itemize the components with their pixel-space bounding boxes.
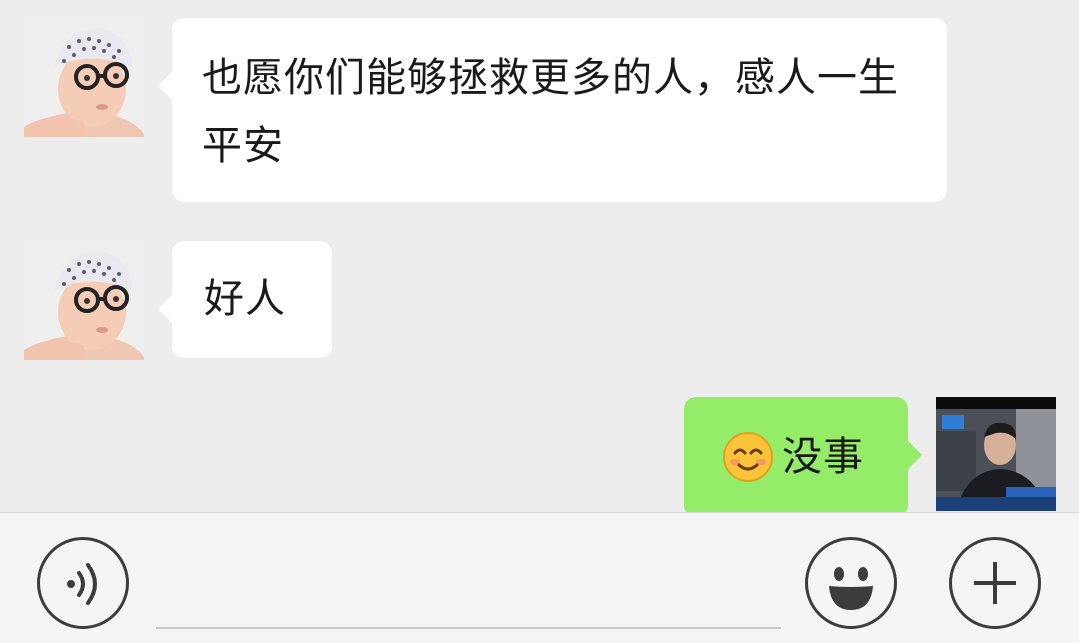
- message-input[interactable]: [156, 533, 781, 629]
- smiling-face-icon: [722, 431, 774, 483]
- message-text: 没事: [782, 434, 864, 480]
- emoji-icon: [829, 567, 873, 610]
- voice-button[interactable]: [37, 537, 129, 629]
- chat-area[interactable]: 也愿你们能够拯救更多的人，感人一生平安 好人 没事: [0, 0, 1079, 512]
- chat-input-bar: [0, 512, 1079, 643]
- contact-avatar[interactable]: [24, 17, 144, 137]
- more-button[interactable]: [949, 537, 1041, 629]
- voice-icon: [67, 563, 97, 605]
- plus-icon: [974, 562, 1016, 604]
- outgoing-message-bubble[interactable]: 没事: [684, 397, 922, 512]
- my-avatar[interactable]: [936, 397, 1056, 511]
- emoji-button[interactable]: [805, 537, 897, 629]
- contact-avatar[interactable]: [24, 240, 144, 360]
- incoming-message-bubble[interactable]: 也愿你们能够拯救更多的人，感人一生平安: [158, 18, 947, 202]
- incoming-message-bubble[interactable]: 好人: [158, 241, 332, 358]
